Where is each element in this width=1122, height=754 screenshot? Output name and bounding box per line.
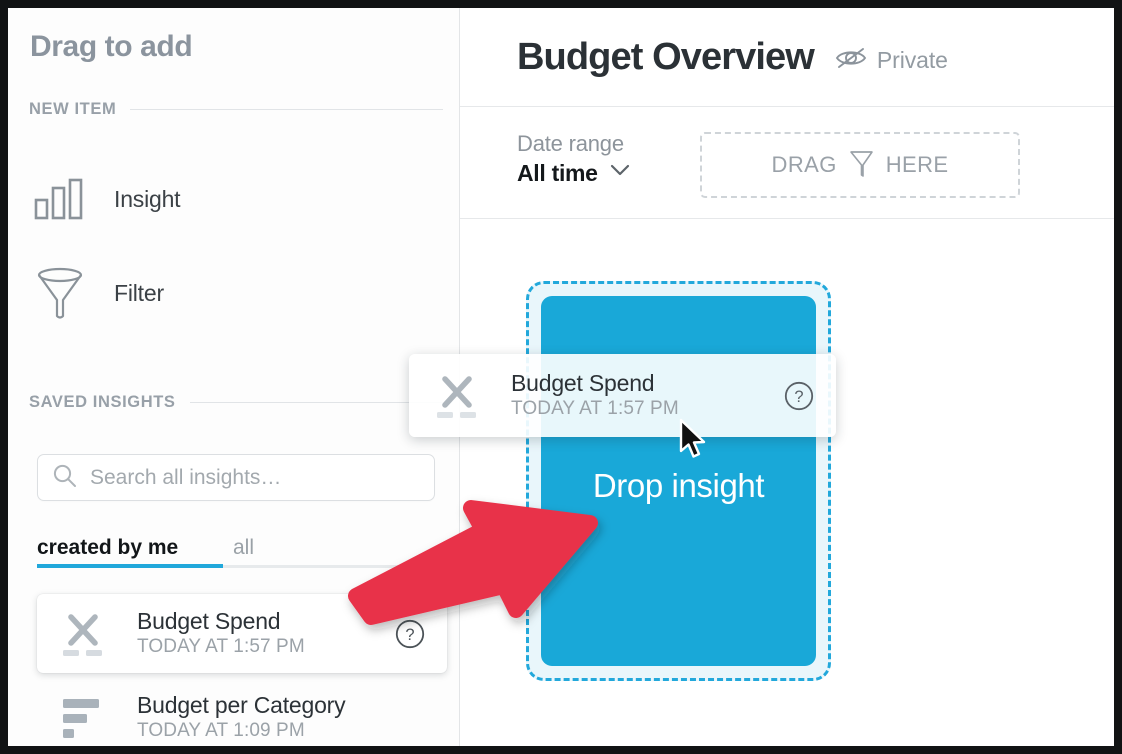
insight-drop-target[interactable]: Drop insight [526,281,831,681]
privacy-badge[interactable]: Private [835,46,948,75]
saved-insight-timestamp: TODAY AT 1:09 PM [137,720,305,742]
saved-insight-timestamp: TODAY AT 1:57 PM [137,636,305,658]
dropzone-word-drag: DRAG [771,152,837,177]
drag-ghost-timestamp: TODAY AT 1:57 PM [511,398,679,420]
search-field[interactable] [37,454,435,501]
app-window: Drag to add NEW ITEM Insight Filter SAVE… [8,8,1114,746]
new-item-label: Insight [114,185,181,212]
filter-drop-zone[interactable]: DRAG HERE [700,132,1020,198]
saved-insight-title: Budget Spend [137,607,281,634]
main-panel: Budget Overview Private Date range All t… [409,8,1114,746]
page-header: Budget Overview Private [460,8,1114,107]
date-range-value-row: All time [517,160,630,187]
drag-ghost-title: Budget Spend [511,369,655,396]
new-item-filter[interactable]: Filter [32,265,164,321]
sidebar: Drag to add NEW ITEM Insight Filter SAVE… [8,8,460,746]
section-label-saved-insights: SAVED INSIGHTS [29,393,176,411]
section-header-saved-insights: SAVED INSIGHTS [29,393,443,412]
privacy-label: Private [876,46,948,73]
scatter-plot-icon [431,370,487,422]
tab-created-by-me[interactable]: created by me [37,536,178,560]
section-header-new-item: NEW ITEM [29,100,443,119]
question-mark-circle-icon[interactable]: ? [395,619,425,649]
active-tab-indicator [37,564,223,568]
date-range-value: All time [517,159,598,186]
bar-chart-icon [32,173,88,225]
section-divider [189,402,443,403]
eye-off-icon [835,46,867,75]
tab-all[interactable]: all [233,536,254,560]
drop-card: Drop insight [541,296,816,666]
funnel-icon [32,267,88,319]
new-item-label: Filter [114,279,164,306]
svg-text:?: ? [794,388,803,406]
saved-insight-text: Budget per Category TODAY AT 1:09 PM [137,691,447,743]
search-input[interactable] [90,465,420,490]
drag-ghost-card: Budget Spend TODAY AT 1:57 PM ? [409,354,836,437]
saved-insight-title: Budget per Category [137,691,346,718]
sidebar-heading: Drag to add [30,30,193,63]
drag-ghost-text: Budget Spend TODAY AT 1:57 PM [511,369,760,421]
insight-filter-tabs: created by me all [37,526,437,568]
horizontal-bar-chart-icon [57,692,113,744]
date-range-selector[interactable]: Date range All time [517,130,630,187]
page-title: Budget Overview [517,35,815,78]
saved-insight-budget-per-category[interactable]: Budget per Category TODAY AT 1:09 PM [37,678,447,746]
funnel-icon [849,148,874,183]
drop-insight-label: Drop insight [592,467,765,504]
saved-insight-text: Budget Spend TODAY AT 1:57 PM [137,607,371,659]
new-item-insight[interactable]: Insight [32,171,181,227]
svg-text:?: ? [405,626,414,644]
question-mark-circle-icon: ? [784,381,814,411]
saved-insight-budget-spend[interactable]: Budget Spend TODAY AT 1:57 PM ? [37,594,447,673]
section-divider [130,109,443,110]
search-icon [52,463,77,493]
section-label-new-item: NEW ITEM [29,100,117,118]
date-range-label: Date range [517,131,624,156]
controls-bar: Date range All time DRAG HERE [460,107,1114,219]
dropzone-word-here: HERE [885,152,949,177]
scatter-plot-icon [57,608,113,660]
chevron-down-icon [610,164,630,182]
